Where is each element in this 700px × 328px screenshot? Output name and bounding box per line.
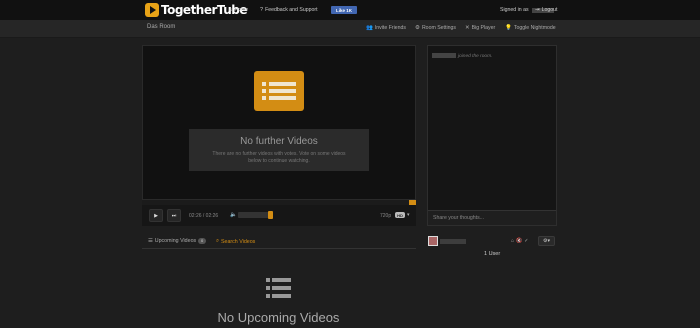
user-status-icons: ⌂🔇✓ bbox=[511, 238, 530, 244]
volume-handle[interactable] bbox=[268, 211, 273, 219]
nav-home-link[interactable]: ⌂ Home bbox=[229, 0, 248, 20]
logout-link[interactable]: ⇥ Logout bbox=[535, 0, 557, 20]
chat-username-redacted bbox=[432, 53, 456, 58]
facebook-like-button[interactable]: Like 1K bbox=[331, 6, 357, 14]
skip-button[interactable]: ⏭ bbox=[167, 209, 181, 222]
nav-feedback-label: Feedback and Support bbox=[265, 7, 318, 13]
logout-icon: ⇥ bbox=[535, 7, 540, 13]
nav-feedback-link[interactable]: ? Feedback and Support bbox=[260, 0, 318, 20]
big-player-link[interactable]: ✕ Big Player bbox=[465, 25, 495, 31]
tab-search-videos[interactable]: ⌕ Search Videos bbox=[216, 238, 255, 245]
volume-icon[interactable]: 🔈 bbox=[230, 212, 237, 218]
logout-label: Logout bbox=[541, 7, 558, 13]
quality-label: 720p bbox=[380, 213, 392, 219]
gear-icon: ⚙▾ bbox=[543, 238, 550, 244]
player-controls bbox=[142, 205, 416, 226]
tab-upcoming-label: Upcoming Videos bbox=[154, 238, 197, 244]
users-icon: 👥 bbox=[366, 25, 373, 31]
toggle-nightmode-label: Toggle Nightmode bbox=[513, 25, 556, 31]
chat-join-message: joined the room. bbox=[432, 53, 492, 59]
notice-text: There are no further videos with votes. … bbox=[212, 151, 346, 164]
chat-panel bbox=[427, 45, 557, 226]
tabs-divider bbox=[142, 248, 416, 249]
big-player-label: Big Player bbox=[471, 25, 496, 31]
video-player[interactable] bbox=[142, 45, 416, 200]
room-settings-link[interactable]: ⚙ Room Settings bbox=[415, 25, 456, 31]
tab-search-label: Search Videos bbox=[220, 238, 256, 245]
no-further-videos-notice: No further Videos There are no further v… bbox=[189, 129, 369, 171]
user-options-button[interactable]: ⚙▾ bbox=[538, 236, 555, 246]
invite-friends-link[interactable]: 👥 Invite Friends bbox=[366, 25, 406, 31]
user-name-redacted bbox=[440, 239, 466, 244]
check-icon: ✓ bbox=[524, 238, 531, 244]
tab-upcoming-videos[interactable]: ☰ Upcoming Videos 0 bbox=[148, 238, 207, 244]
search-icon: ⌕ bbox=[216, 238, 219, 244]
logo-play-icon bbox=[145, 3, 159, 17]
skip-icon: ⏭ bbox=[171, 212, 177, 219]
home-icon: ⌂ bbox=[229, 7, 233, 13]
volume-slider[interactable] bbox=[238, 212, 270, 218]
room-settings-label: Room Settings bbox=[421, 25, 456, 31]
gear-icon: ⚙ bbox=[415, 25, 420, 31]
chat-input[interactable]: Share your thoughts... bbox=[428, 210, 556, 225]
signed-in-label: Signed in as bbox=[500, 7, 529, 13]
room-name: Das Room bbox=[147, 24, 176, 30]
nav-home-label: Home bbox=[234, 7, 249, 13]
toggle-nightmode-link[interactable]: 💡 Toggle Nightmode bbox=[505, 25, 556, 31]
list-icon: ☰ bbox=[148, 238, 153, 244]
chat-join-text: joined the room. bbox=[458, 53, 493, 59]
play-icon: ▶ bbox=[154, 212, 158, 219]
playlist-icon bbox=[254, 71, 304, 111]
playback-time: 02:26 / 02:26 bbox=[189, 213, 219, 219]
question-icon: ? bbox=[260, 7, 264, 13]
quality-dropdown-icon[interactable]: ▾ bbox=[407, 212, 410, 218]
room-toolbar bbox=[0, 20, 700, 38]
play-button[interactable]: ▶ bbox=[149, 209, 163, 222]
user-count: 1 User bbox=[484, 251, 501, 257]
invite-friends-label: Invite Friends bbox=[374, 25, 406, 31]
notice-title: No further Videos bbox=[240, 136, 318, 147]
expand-icon: ✕ bbox=[465, 25, 470, 31]
no-upcoming-videos-title: No Upcoming Videos bbox=[217, 310, 340, 325]
hd-badge[interactable]: HD bbox=[395, 212, 405, 218]
lightbulb-icon: 💡 bbox=[505, 25, 512, 31]
empty-playlist-icon bbox=[266, 277, 291, 298]
avatar[interactable] bbox=[428, 236, 438, 246]
upcoming-count-badge: 0 bbox=[198, 238, 207, 244]
